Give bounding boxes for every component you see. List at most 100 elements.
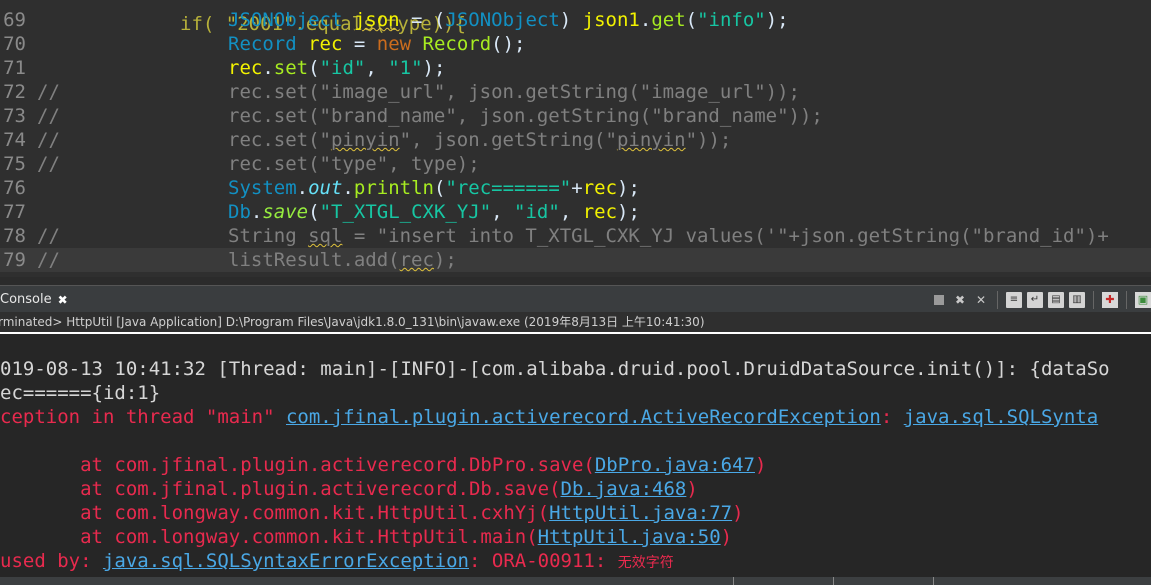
- code-line[interactable]: 74//rec.set("pinyin", json.getString("pi…: [0, 128, 1151, 152]
- code-token: = (: [399, 9, 446, 31]
- code-token: rec: [228, 57, 263, 79]
- code-line[interactable]: 79 // listResult.add(rec);: [0, 248, 1151, 272]
- code-line[interactable]: 73 // rec.set("brand_name", json.getString…: [0, 104, 1151, 128]
- status-divider: [933, 577, 934, 585]
- comment-marker: //: [37, 249, 60, 271]
- remove-all-icon[interactable]: ✕: [973, 292, 989, 308]
- code-token: ();: [491, 33, 526, 55]
- code-token: sql: [308, 225, 343, 247]
- show-stdout-icon[interactable]: ▤: [1048, 291, 1064, 308]
- tab-console[interactable]: Console ✖: [0, 286, 72, 313]
- output-text: at com.longway.common.kit.HttpUtil.main(: [0, 526, 538, 548]
- stacktrace-link[interactable]: HttpUtil.java:50: [538, 526, 721, 548]
- code-line[interactable]: 77 Db.save("T_XTGL_CXK_YJ", "id", rec);: [0, 200, 1151, 224]
- code-line[interactable]: 76 System.out.println("rec======"+rec);: [0, 176, 1151, 200]
- show-stderr-icon[interactable]: ▥: [1069, 291, 1085, 308]
- error-output-line: at com.jfinal.plugin.activerecord.Db.sav…: [0, 477, 1151, 501]
- code-text: Db.save("T_XTGL_CXK_YJ", "id", rec);: [228, 200, 640, 224]
- terminate-icon[interactable]: [931, 292, 947, 308]
- code-line[interactable]: 75 // rec.set("type", type);: [0, 152, 1151, 176]
- stacktrace-link[interactable]: DbPro.java:647: [595, 454, 755, 476]
- code-token: out: [308, 177, 343, 199]
- remove-launch-icon[interactable]: ✖: [952, 292, 968, 308]
- open-console-icon[interactable]: ▣: [1135, 291, 1151, 308]
- code-text: rec.set("pinyin", json.getString("pinyin…: [228, 128, 731, 152]
- code-token: ,: [559, 201, 583, 223]
- code-token: "info": [697, 9, 766, 31]
- code-token: ,: [365, 57, 389, 79]
- console-tab-label: Console: [0, 292, 52, 307]
- code-token: (: [308, 201, 320, 223]
- line-number: 72: [3, 81, 26, 103]
- stacktrace-link[interactable]: java.sql.SQLSyntaxErrorException: [103, 550, 469, 572]
- code-token: );: [617, 177, 640, 199]
- code-token: Record: [422, 33, 492, 55]
- code-line[interactable]: 72 // rec.set("image_url", json.getString(…: [0, 80, 1151, 104]
- pin-console-icon[interactable]: ✚: [1102, 291, 1118, 308]
- console-output[interactable]: 019-08-13 10:41:32 [Thread: main]-[INFO]…: [0, 334, 1151, 585]
- code-token: "T_XTGL_CXK_YJ": [319, 201, 492, 223]
- output-text: at com.longway.common.kit.HttpUtil.cxhYj…: [0, 502, 550, 524]
- word-wrap-icon[interactable]: ↵: [1027, 291, 1043, 308]
- code-text: System.out.println("rec======"+rec);: [228, 176, 640, 200]
- error-output-line: [0, 429, 1151, 453]
- launch-status: rminated> HttpUtil [Java Application] D:…: [0, 312, 1151, 334]
- code-token: (: [308, 57, 320, 79]
- output-line: ec======{id:1}: [0, 381, 1151, 405]
- code-token: .: [639, 9, 652, 31]
- code-line[interactable]: 71 rec.set("id", "1");: [0, 56, 1151, 80]
- output-text: used by:: [0, 550, 103, 572]
- stacktrace-link[interactable]: Db.java:468: [561, 478, 687, 500]
- code-editor[interactable]: if( "2001".equals(type)){ 69 JSONObject j…: [0, 0, 1151, 277]
- code-token: "1": [388, 57, 423, 79]
- code-token: .: [262, 57, 274, 79]
- scroll-lock-icon[interactable]: ≡: [1006, 291, 1022, 308]
- code-token: JSONObject: [228, 9, 343, 31]
- stacktrace-link[interactable]: com.jfinal.plugin.activerecord.ActiveRec…: [286, 406, 881, 428]
- code-text: JSONObject json = (JSONObject) json1.get…: [228, 8, 789, 32]
- code-text: rec.set("image_url", json.getString("ima…: [228, 80, 800, 104]
- code-token: json: [353, 9, 400, 31]
- code-line[interactable]: 69 JSONObject json = (JSONObject) json1.g…: [0, 8, 1151, 32]
- code-token: save: [262, 201, 309, 223]
- code-token: .: [250, 201, 263, 223]
- code-token: rec.set("type", type);: [228, 153, 480, 175]
- toolbar-separator: [997, 290, 998, 309]
- line-number: 76: [3, 177, 26, 199]
- code-token: System: [228, 177, 297, 199]
- code-token: rec.set("brand_name", json.getString("br…: [228, 105, 823, 127]
- code-line[interactable]: 70 Record rec = new Record();: [0, 32, 1151, 56]
- code-token: new: [376, 33, 412, 55]
- toolbar-separator: [1093, 290, 1094, 309]
- error-output-line: ception in thread "main" com.jfinal.plug…: [0, 405, 1151, 429]
- code-token: );: [765, 9, 789, 31]
- stacktrace-link[interactable]: java.sql.SQLSynta: [904, 406, 1098, 428]
- error-output-line: at com.jfinal.plugin.activerecord.DbPro.…: [0, 453, 1151, 477]
- output-text: at com.jfinal.plugin.activerecord.Db.sav…: [0, 478, 561, 500]
- line-number: 71: [3, 57, 26, 79]
- code-token: rec: [582, 201, 618, 223]
- line-number: 74: [3, 129, 26, 151]
- code-text: String sql = "insert into T_XTGL_CXK_YJ …: [228, 224, 1109, 248]
- console-toolbar: ✖ ✕ ≡ ↵ ▤ ▥ ✚ ▣: [931, 286, 1151, 313]
- code-token: Record: [228, 33, 297, 55]
- toolbar-separator: [1126, 290, 1127, 309]
- code-token: JSONObject: [445, 9, 560, 31]
- error-output-line: used by: java.sql.SQLSyntaxErrorExceptio…: [0, 549, 1151, 573]
- error-output-line: at com.longway.common.kit.HttpUtil.cxhYj…: [0, 501, 1151, 525]
- code-text: Record rec = new Record();: [228, 32, 526, 56]
- output-text: ): [732, 502, 744, 524]
- error-output-line: at com.longway.common.kit.HttpUtil.main(…: [0, 525, 1151, 549]
- code-token: +: [571, 177, 583, 199]
- code-token: set: [273, 57, 309, 79]
- code-token: rec: [308, 33, 343, 55]
- output-text: 019-08-13 10:41:32 [Thread: main]-[INFO]…: [0, 358, 1110, 380]
- comment-marker: //: [37, 225, 60, 247]
- close-icon[interactable]: ✖: [58, 293, 68, 307]
- code-token: .: [342, 177, 354, 199]
- code-token: );: [617, 201, 640, 223]
- stacktrace-link[interactable]: HttpUtil.java:77: [549, 502, 732, 524]
- code-line[interactable]: 78 // String sql = "insert into T_XTGL_CXK…: [0, 224, 1151, 248]
- code-token: pinyin: [330, 129, 400, 151]
